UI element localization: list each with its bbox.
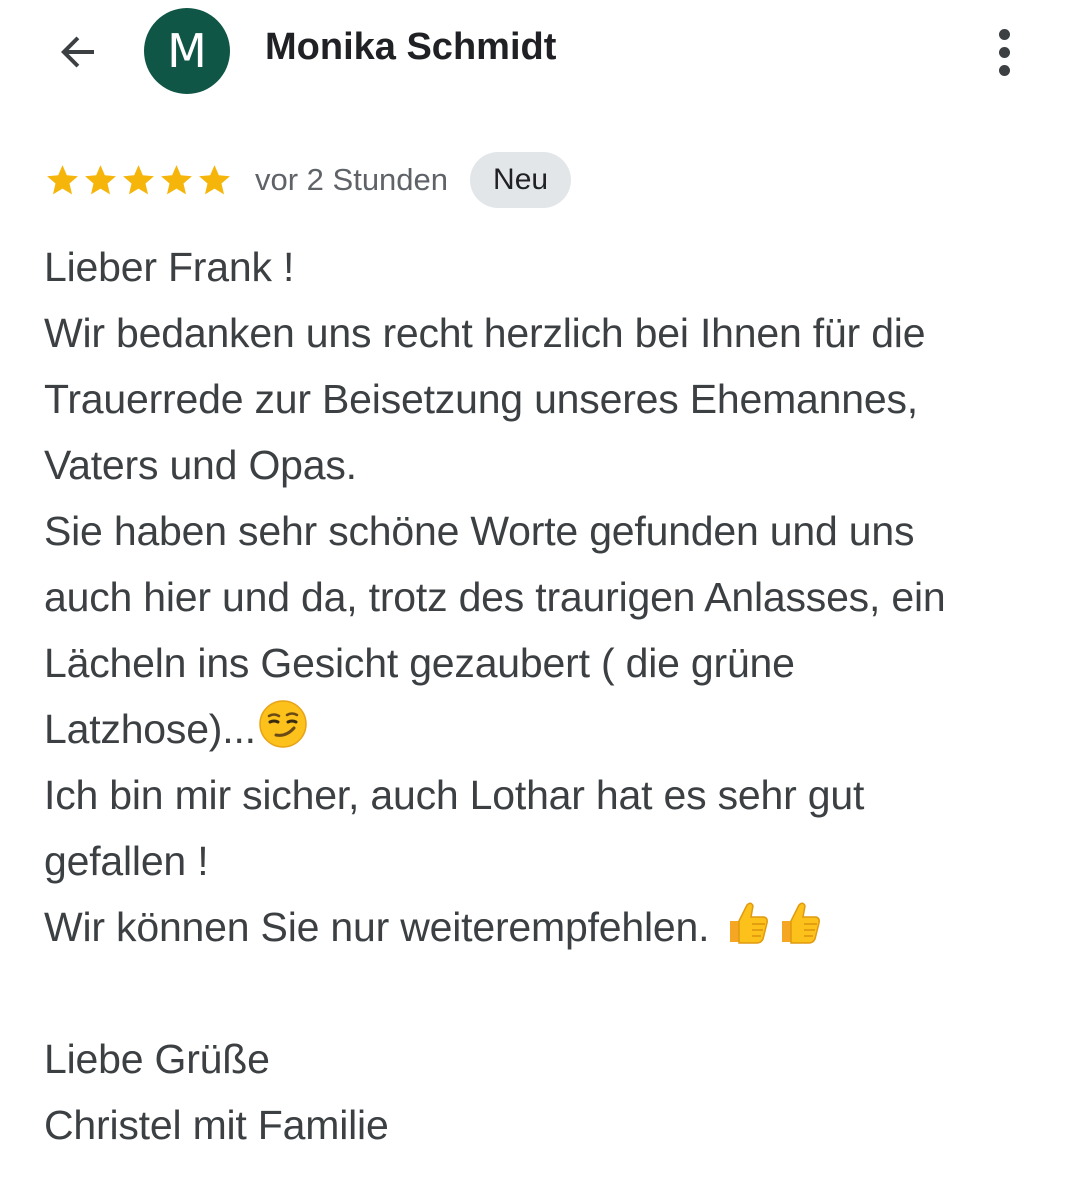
star-icon [120,162,157,199]
review-line: Trauerrede zur Beisetzung unseres Eheman… [44,376,918,422]
author-name[interactable]: Monika Schmidt [265,26,556,69]
more-vert-icon-dot [998,64,1010,76]
review-line: Liebe Grüße [44,1036,270,1082]
star-icon [44,162,81,199]
review-line: gefallen ! [44,838,209,884]
review-line: auch hier und da, trotz des traurigen An… [44,574,946,620]
review-line-text: Wir können Sie nur weiterempfehlen. [44,904,721,950]
review-line: Wir bedanken uns recht herzlich bei Ihne… [44,310,926,356]
review-time: vor 2 Stunden [255,162,449,197]
more-vert-icon-dot [998,46,1010,58]
more-vert-icon [998,28,1010,40]
star-rating [44,162,233,199]
new-badge: Neu [470,152,572,208]
review-line: Christel mit Familie [44,1102,389,1148]
review-line: Sie haben sehr schöne Worte gefunden und… [44,508,915,554]
review-line: Lieber Frank ! [44,244,295,290]
review-line-with-emoji: Latzhose)... [44,696,1044,762]
review-meta: vor 2 Stunden Neu [44,152,572,208]
review-line: Ich bin mir sicher, auch Lothar hat es s… [44,772,865,818]
review-line-with-emoji: Wir können Sie nur weiterempfehlen. [44,894,1044,960]
avatar-letter: M [167,24,207,78]
star-icon [82,162,119,199]
smirking-face-emoji [258,699,308,749]
review-body: Lieber Frank ! Wir bedanken uns recht he… [44,234,1044,1158]
thumbs-up-emoji [722,897,772,947]
back-button[interactable] [44,18,112,86]
star-icon [158,162,195,199]
avatar[interactable]: M [144,8,230,94]
review-line: Vaters und Opas. [44,442,357,488]
star-icon [196,162,233,199]
arrow-left-icon [61,36,94,68]
review-blank-line [44,960,1044,1026]
review-line: Lächeln ins Gesicht gezaubert ( die grün… [44,640,795,686]
review-line-text: Latzhose)... [44,706,256,752]
more-options-button[interactable] [980,20,1028,84]
review-header: M Monika Schmidt [0,0,1080,100]
thumbs-up-emoji [774,897,824,947]
